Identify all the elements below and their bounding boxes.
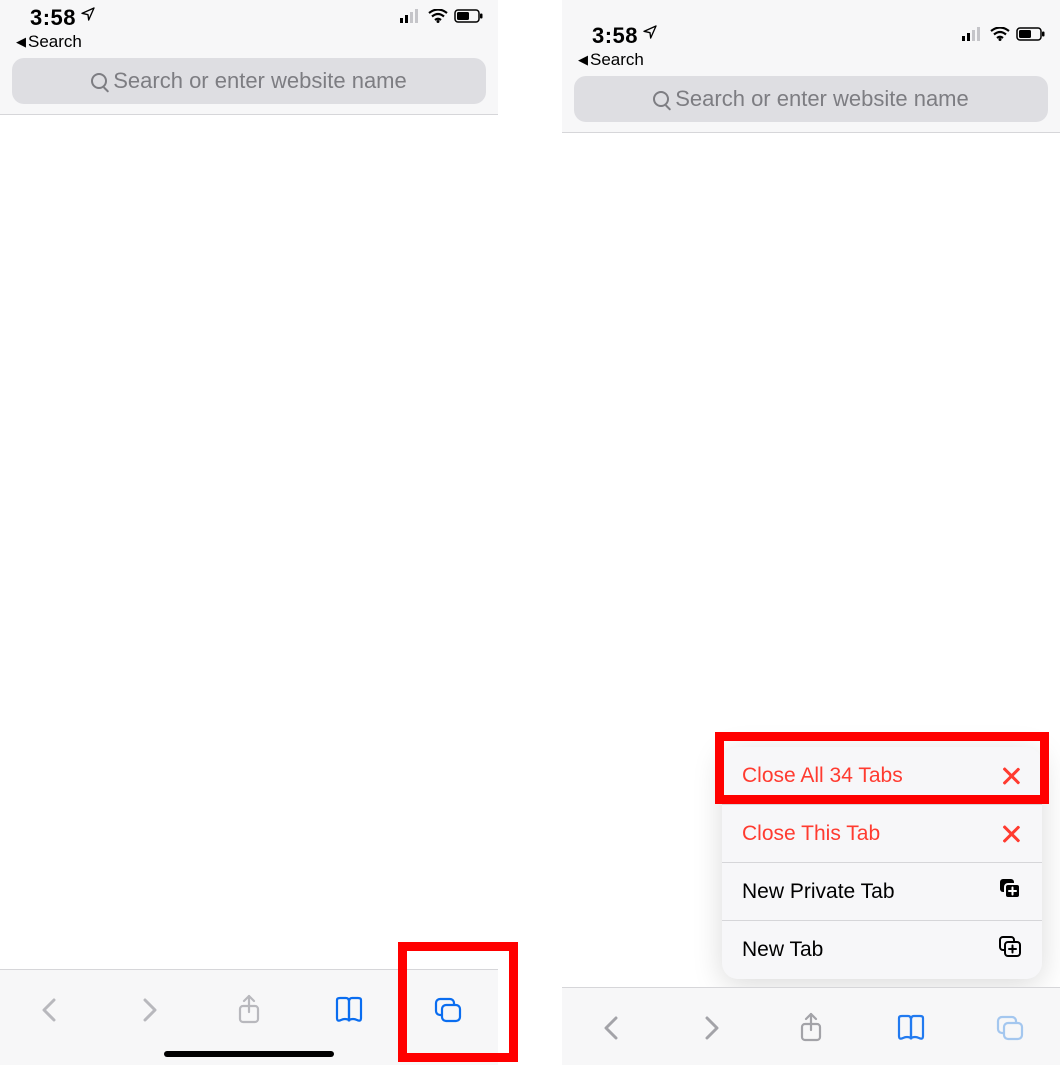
page-content bbox=[0, 115, 498, 955]
location-icon bbox=[642, 24, 658, 45]
phone-screenshot-right: 3:58 bbox=[562, 0, 1060, 1065]
address-placeholder: Search or enter website name bbox=[675, 86, 969, 112]
share-button[interactable] bbox=[221, 990, 277, 1030]
address-placeholder: Search or enter website name bbox=[113, 68, 407, 94]
status-time: 3:58 bbox=[592, 23, 638, 49]
search-icon bbox=[653, 91, 669, 107]
phone-screenshot-left: 3:58 bbox=[0, 0, 498, 1065]
forward-button[interactable] bbox=[121, 990, 177, 1030]
menu-close-this-tab[interactable]: Close This Tab bbox=[722, 805, 1042, 863]
menu-label: Close All 34 Tabs bbox=[742, 764, 903, 788]
tabs-plus-icon bbox=[998, 936, 1022, 964]
browser-header: 3:58 bbox=[0, 0, 498, 115]
menu-label: New Tab bbox=[742, 938, 823, 962]
cellular-icon bbox=[400, 9, 422, 28]
tabs-button[interactable] bbox=[982, 1008, 1038, 1048]
close-icon bbox=[1000, 765, 1022, 787]
cellular-icon bbox=[962, 27, 984, 46]
bookmarks-button[interactable] bbox=[883, 1008, 939, 1048]
menu-new-tab[interactable]: New Tab bbox=[722, 921, 1042, 979]
share-button[interactable] bbox=[783, 1008, 839, 1048]
search-icon bbox=[91, 73, 107, 89]
tabs-plus-icon bbox=[998, 878, 1022, 906]
address-bar[interactable]: Search or enter website name bbox=[574, 76, 1048, 122]
menu-label: New Private Tab bbox=[742, 880, 895, 904]
back-button[interactable] bbox=[22, 990, 78, 1030]
menu-close-all-tabs[interactable]: Close All 34 Tabs bbox=[722, 747, 1042, 805]
back-chevron-icon: ◀ bbox=[578, 52, 588, 68]
battery-icon bbox=[454, 9, 484, 28]
status-bar: 3:58 bbox=[0, 0, 498, 30]
back-label: Search bbox=[28, 32, 82, 52]
bookmarks-button[interactable] bbox=[321, 990, 377, 1030]
menu-new-private-tab[interactable]: New Private Tab bbox=[722, 863, 1042, 921]
forward-button[interactable] bbox=[683, 1008, 739, 1048]
location-icon bbox=[80, 6, 96, 27]
back-to-app[interactable]: ◀ Search bbox=[0, 30, 498, 58]
browser-toolbar bbox=[562, 987, 1060, 1065]
browser-toolbar bbox=[0, 969, 498, 1065]
wifi-icon bbox=[990, 27, 1010, 46]
menu-label: Close This Tab bbox=[742, 822, 880, 846]
browser-header: 3:58 bbox=[562, 0, 1060, 133]
battery-icon bbox=[1016, 27, 1046, 46]
home-indicator[interactable] bbox=[164, 1051, 334, 1057]
back-to-app[interactable]: ◀ Search bbox=[562, 48, 1060, 76]
close-icon bbox=[1000, 823, 1022, 845]
back-button[interactable] bbox=[584, 1008, 640, 1048]
status-time: 3:58 bbox=[30, 5, 76, 31]
tabs-button[interactable] bbox=[420, 990, 476, 1030]
back-chevron-icon: ◀ bbox=[16, 34, 26, 50]
back-label: Search bbox=[590, 50, 644, 70]
address-bar[interactable]: Search or enter website name bbox=[12, 58, 486, 104]
wifi-icon bbox=[428, 9, 448, 28]
tabs-context-menu: Close All 34 Tabs Close This Tab New Pri… bbox=[722, 747, 1042, 979]
status-bar: 3:58 bbox=[562, 18, 1060, 48]
